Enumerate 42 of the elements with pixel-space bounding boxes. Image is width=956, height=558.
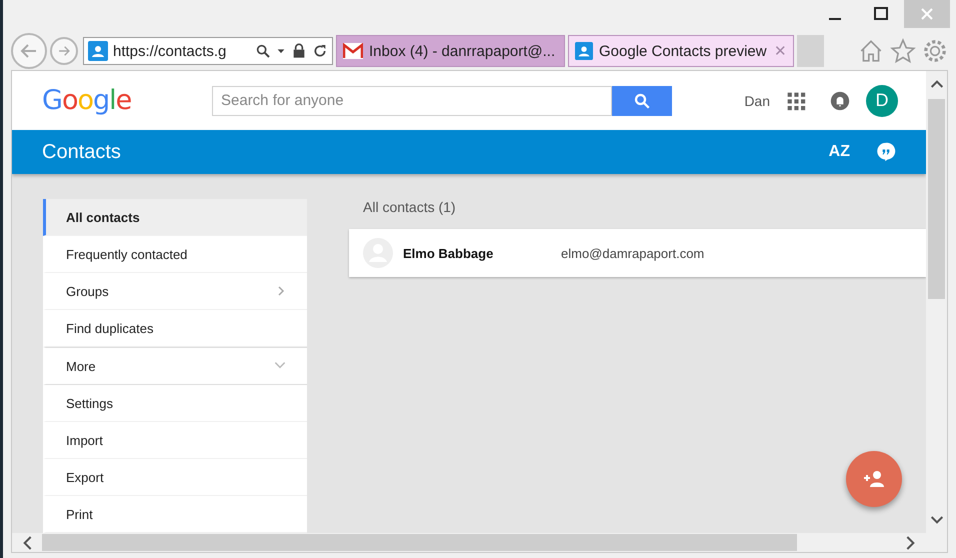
quote-icon[interactable] bbox=[876, 141, 896, 163]
sidebar-item[interactable]: All contacts bbox=[43, 199, 307, 236]
contacts-icon bbox=[575, 42, 593, 60]
address-bar[interactable]: https://contacts.g bbox=[83, 37, 333, 65]
notification-icon[interactable] bbox=[830, 90, 850, 110]
close-icon bbox=[920, 7, 934, 21]
search-icon[interactable] bbox=[255, 43, 271, 59]
vertical-scrollbar[interactable] bbox=[926, 71, 947, 533]
mail-icon bbox=[343, 43, 363, 59]
browser-tab[interactable]: Google Contacts preview ✕ bbox=[568, 35, 794, 67]
add-person-icon bbox=[862, 469, 886, 489]
minimize-icon bbox=[829, 18, 841, 20]
browser-tab[interactable]: Inbox (4) - danrrapaport@... bbox=[336, 35, 565, 67]
refresh-icon[interactable] bbox=[312, 43, 328, 59]
settings-icon[interactable] bbox=[922, 38, 948, 64]
tab-title: Inbox (4) - danrrapaport@... bbox=[369, 42, 556, 60]
star-icon[interactable] bbox=[890, 38, 916, 64]
forward-button[interactable] bbox=[50, 37, 78, 65]
google-logo: Google bbox=[42, 85, 132, 116]
home-icon[interactable] bbox=[858, 38, 884, 64]
apps-icon[interactable] bbox=[786, 90, 806, 110]
back-button[interactable] bbox=[11, 33, 47, 69]
user-avatar[interactable]: D bbox=[866, 84, 898, 116]
list-heading: All contacts (1) bbox=[362, 199, 457, 217]
lock-icon[interactable] bbox=[291, 43, 307, 59]
sort-button[interactable]: AZ bbox=[828, 143, 850, 161]
forward-arrow-icon bbox=[57, 44, 71, 58]
search-field[interactable]: Search for anyone bbox=[212, 86, 612, 116]
search-icon bbox=[633, 92, 651, 110]
tab-title: Google Contacts preview bbox=[599, 42, 768, 60]
contact-name: Elmo Babbage bbox=[403, 246, 494, 260]
search-button[interactable] bbox=[612, 86, 672, 116]
maximize-icon bbox=[874, 7, 888, 21]
horizontal-scrollbar[interactable] bbox=[12, 533, 926, 552]
contacts-icon bbox=[88, 41, 108, 61]
url-text: https://contacts.g bbox=[113, 42, 228, 60]
add-contact-button[interactable] bbox=[846, 451, 902, 507]
sidebar-item[interactable]: More bbox=[43, 347, 307, 385]
contact-email: elmo@damrapaport.com bbox=[561, 246, 704, 260]
user-name: Dan bbox=[744, 92, 770, 108]
contact-row[interactable]: Elmo Babbage elmo@damrapaport.com bbox=[349, 229, 926, 277]
app-title: Contacts bbox=[42, 140, 122, 164]
